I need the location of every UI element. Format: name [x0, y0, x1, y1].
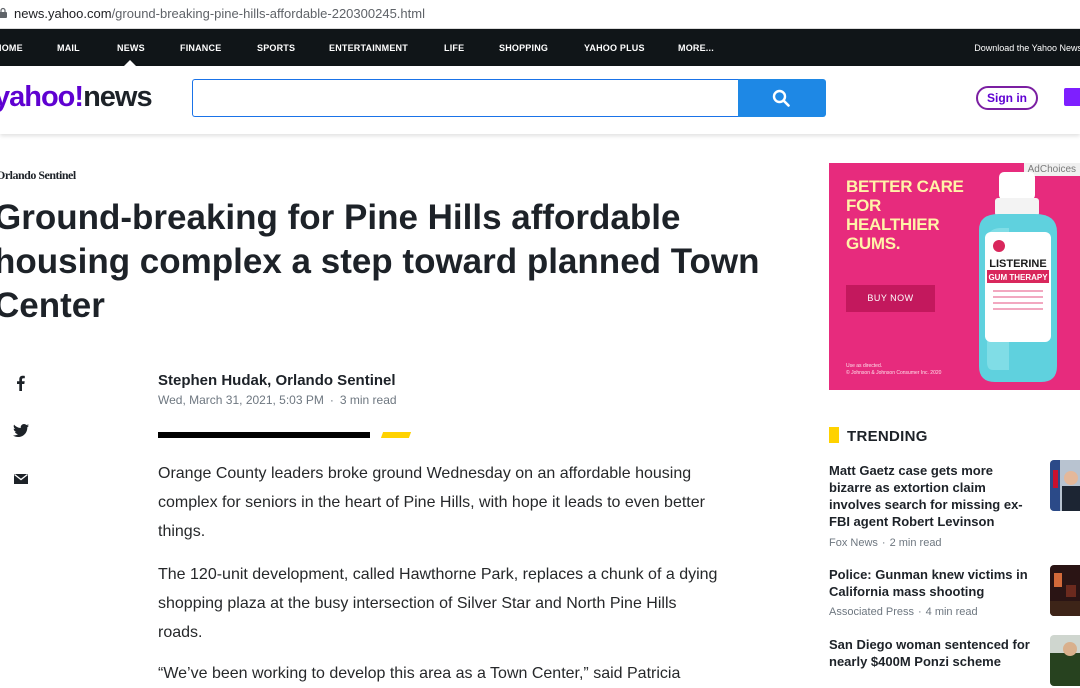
- trending-headline-2[interactable]: Police: Gunman knew victims in Californi…: [829, 566, 1034, 600]
- trending-sep-1: ·: [881, 537, 886, 549]
- trending-source-2: Associated Press: [829, 606, 914, 618]
- site-header: yahoo!news Sign in: [0, 66, 1080, 134]
- search-input[interactable]: [192, 79, 738, 117]
- listerine-bottle-image: LISTERINE GUM THERAPY: [979, 172, 1057, 382]
- url-host: news.yahoo.com: [14, 6, 112, 21]
- nav-item-home[interactable]: HOME: [0, 43, 23, 53]
- mail-icon[interactable]: [1064, 88, 1080, 106]
- url-text[interactable]: news.yahoo.com/ground-breaking-pine-hill…: [14, 6, 425, 21]
- source-logo[interactable]: Orlando Sentinel: [0, 168, 76, 183]
- meta-separator: ·: [329, 393, 334, 407]
- logo-brand: yahoo!: [0, 81, 84, 113]
- trending-thumbnail-3[interactable]: [1050, 635, 1080, 686]
- trending-thumbnail-1[interactable]: [1050, 460, 1080, 511]
- article-paragraph-2: The 120-unit development, called Hawthor…: [158, 566, 718, 641]
- ad-fine-print: Use as directed. © Johnson & Johnson Con…: [846, 363, 941, 377]
- nav-item-mail[interactable]: MAIL: [57, 43, 80, 53]
- facebook-icon[interactable]: [12, 374, 30, 392]
- trending-accent: [829, 427, 839, 443]
- nav-item-sports[interactable]: SPORTS: [257, 43, 295, 53]
- trending-meta-1: Fox News · 2 min read: [829, 537, 942, 549]
- download-app-link[interactable]: Download the Yahoo News: [974, 43, 1080, 53]
- search-button[interactable]: [738, 79, 826, 117]
- trending-thumbnail-2[interactable]: [1050, 565, 1080, 616]
- mail-share-icon[interactable]: [12, 470, 30, 488]
- trending-meta-2: Associated Press · 4 min read: [829, 606, 978, 618]
- ad-fine-print-line-1: Use as directed.: [846, 363, 883, 369]
- browser-address-bar[interactable]: news.yahoo.com/ground-breaking-pine-hill…: [0, 0, 1080, 29]
- logo-news: news: [83, 81, 153, 113]
- nav-item-yahoo-plus[interactable]: YAHOO PLUS: [584, 43, 645, 53]
- article-title: Ground-breaking for Pine Hills affordabl…: [0, 198, 760, 325]
- read-time: 3 min read: [339, 393, 397, 407]
- ad-fine-print-line-2: © Johnson & Johnson Consumer Inc. 2020: [846, 370, 942, 376]
- listerine-ad[interactable]: AdChoices BETTER CARE FOR HEALTHIER GUMS…: [829, 163, 1080, 390]
- trending-headline-3[interactable]: San Diego woman sentenced for nearly $40…: [829, 636, 1034, 670]
- nav-item-news[interactable]: NEWS: [117, 43, 145, 53]
- trending-source-1: Fox News: [829, 537, 878, 549]
- lock-icon: [0, 7, 7, 18]
- bottle-sub: GUM THERAPY: [988, 273, 1048, 282]
- yahoo-news-logo[interactable]: yahoo!news: [0, 81, 153, 114]
- article-paragraph-1: Orange County leaders broke ground Wedne…: [158, 465, 705, 540]
- buy-now-button[interactable]: BUY NOW: [846, 285, 935, 312]
- article-paragraph-3: “We’ve been working to develop this area…: [158, 665, 681, 682]
- ad-headline: BETTER CARE FOR HEALTHIER GUMS.: [846, 177, 964, 253]
- nav-item-shopping[interactable]: SHOPPING: [499, 43, 548, 53]
- trending-time-2: 4 min read: [925, 606, 978, 618]
- nav-item-life[interactable]: LIFE: [444, 43, 464, 53]
- twitter-icon[interactable]: [12, 422, 30, 440]
- divider-bar-yellow: [380, 432, 412, 438]
- article-meta: Wed, March 31, 2021, 5:03 PM · 3 min read: [158, 393, 397, 407]
- nav-item-finance[interactable]: FINANCE: [180, 43, 221, 53]
- top-nav: HOME MAIL NEWS FINANCE SPORTS ENTERTAINM…: [0, 29, 1080, 66]
- author-name: Stephen Hudak, Orlando Sentinel: [158, 372, 396, 389]
- trending-sep-2: ·: [917, 606, 922, 618]
- nav-item-entertainment[interactable]: ENTERTAINMENT: [329, 43, 408, 53]
- trending-title: TRENDING: [847, 428, 928, 445]
- publish-date: Wed, March 31, 2021, 5:03 PM: [158, 393, 324, 407]
- divider-bar-black: [158, 432, 370, 438]
- bottle-brand: LISTERINE: [989, 258, 1046, 270]
- nav-item-more[interactable]: MORE...: [678, 43, 714, 53]
- sign-in-button[interactable]: Sign in: [976, 86, 1038, 110]
- search-icon: [772, 89, 790, 107]
- url-path: /ground-breaking-pine-hills-affordable-2…: [111, 6, 425, 21]
- trending-time-1: 2 min read: [889, 537, 942, 549]
- trending-headline-1[interactable]: Matt Gaetz case gets more bizarre as ext…: [829, 462, 1034, 530]
